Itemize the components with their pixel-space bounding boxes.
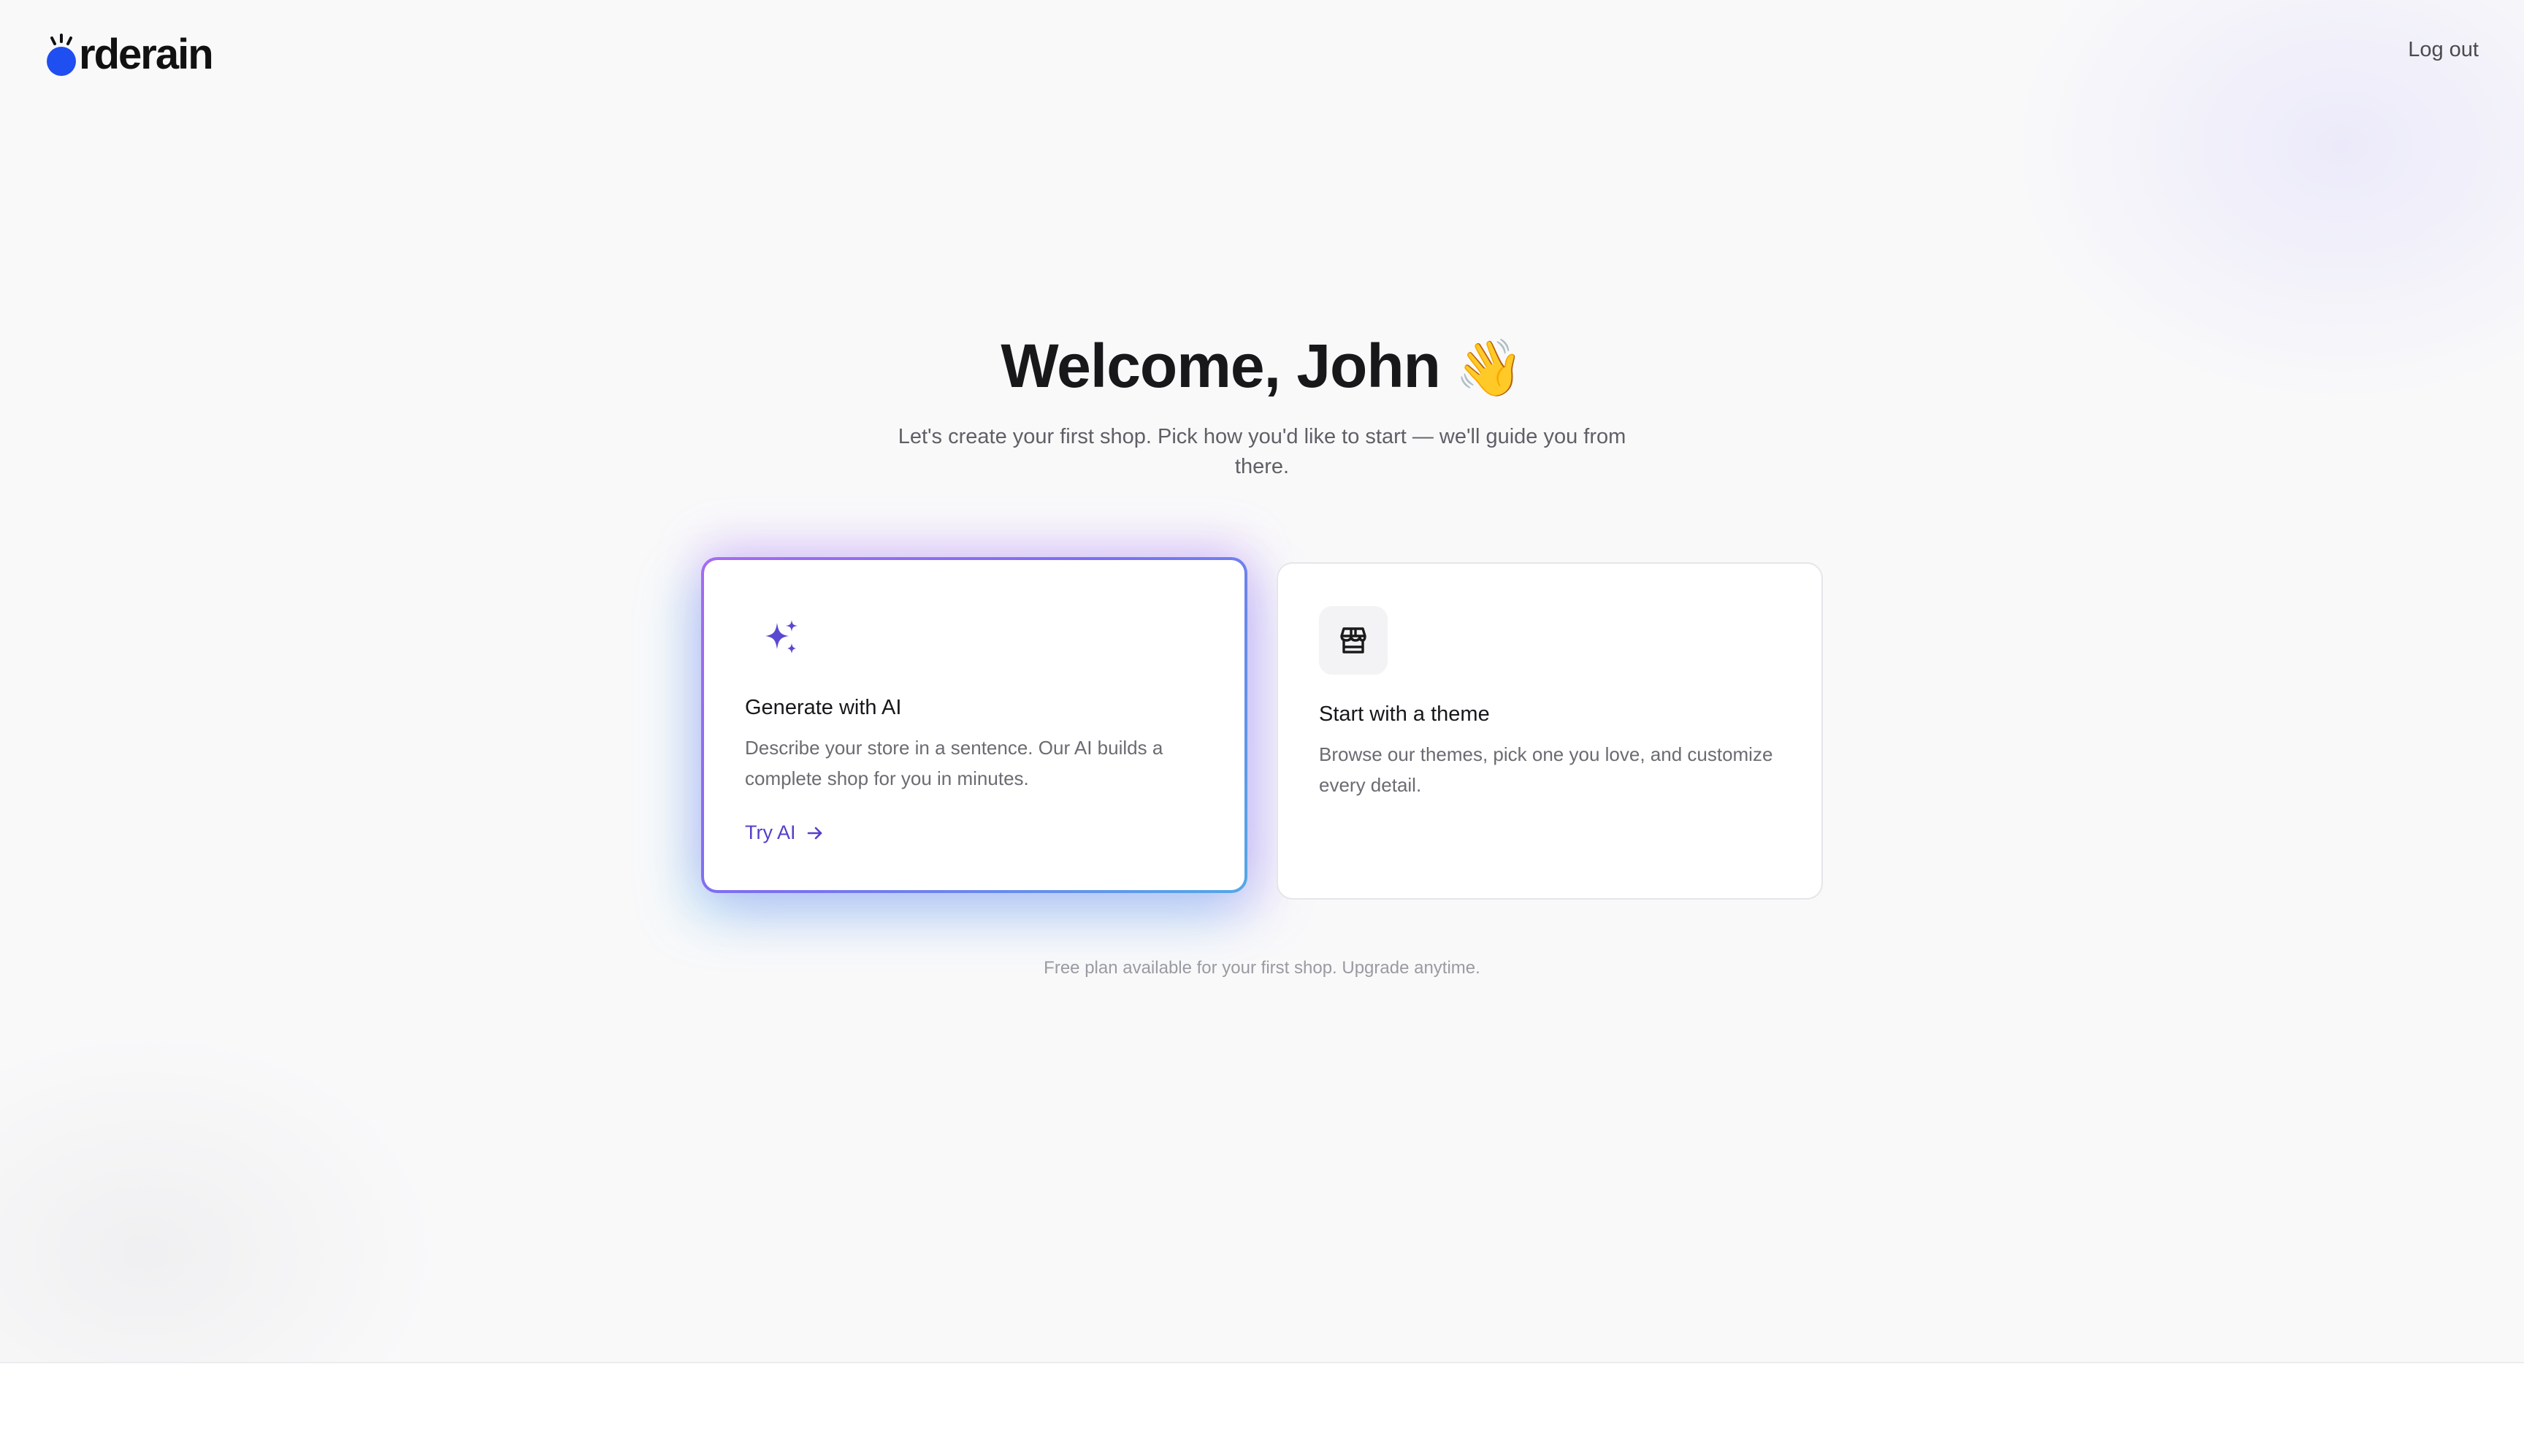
card-title: Generate with AI — [745, 696, 902, 719]
logout-link[interactable]: Log out — [2408, 38, 2479, 62]
logo-mark-icon — [45, 34, 77, 77]
try-ai-link[interactable]: Try AI — [745, 821, 824, 844]
start-with-theme-card[interactable]: Start with a theme Browse our themes, pi… — [1277, 562, 1823, 900]
pricing-footnote: Free plan available for your first shop.… — [1044, 958, 1480, 978]
background-glow-secondary — [0, 1033, 438, 1362]
card-description: Browse our themes, pick one you love, an… — [1319, 743, 1773, 796]
page-background: rderain Log out Welcome, John 👋 Let's cre… — [0, 0, 2524, 1362]
welcome-heading: Welcome, John — [1001, 332, 1441, 400]
card-title: Start with a theme — [1319, 702, 1490, 726]
logo-text: rderain — [79, 31, 214, 78]
waving-hand-icon: 👋 — [1454, 337, 1524, 399]
page-subtitle: Let's create your first shop. Pick how y… — [898, 425, 1626, 478]
brand-logo[interactable]: rderain — [45, 26, 214, 78]
page-title: Welcome, John 👋 — [0, 332, 2524, 399]
generate-with-ai-card[interactable]: Generate with AI Describe your store in … — [701, 557, 1247, 893]
storefront-icon — [1319, 606, 1388, 675]
try-ai-label: Try AI — [745, 821, 796, 843]
bottom-panel — [0, 1362, 2524, 1456]
sparkles-icon — [760, 616, 803, 659]
arrow-right-icon — [807, 827, 822, 839]
card-description: Describe your store in a sentence. Our A… — [745, 737, 1163, 789]
